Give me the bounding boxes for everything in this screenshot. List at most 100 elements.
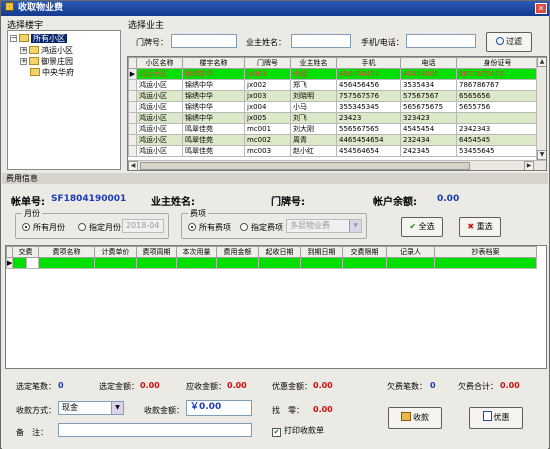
received-input[interactable]: ￥0.00 [186, 400, 252, 416]
radio-icon [78, 223, 86, 231]
tree-node-label[interactable]: 鸿运小区 [41, 46, 73, 55]
filter-icon [496, 37, 504, 45]
summary-panel: 选定笔数： 0 选定金额： 0.00 应收金额： 0.00 优惠金额： 0.00… [2, 369, 548, 449]
collect-button[interactable]: 收款 [388, 407, 442, 429]
column-header[interactable]: 楼宇名称 [182, 57, 245, 69]
table-cell [216, 257, 259, 269]
column-header[interactable]: 身份证号 [456, 57, 539, 69]
owner-grid-hscroll[interactable]: ◀ ▶ [128, 160, 546, 170]
column-header[interactable]: 本次用量 [176, 246, 217, 258]
tree-node-label[interactable]: 御景庄园 [41, 57, 73, 66]
fee-grid[interactable]: 交费 费项名称 计费单价 费项周期 本次用量 费用金额 起收日期 到期日期 交费限期 记录人 抄表档… [5, 245, 547, 369]
table-row[interactable]: 鸿运小区 锦绣中华 jx003 刘晓明 757567576 57567567 6565656 [128, 90, 539, 102]
specific-fee-radio[interactable]: 指定费项 [240, 222, 283, 233]
column-header[interactable]: 门牌号 [244, 57, 291, 69]
select-all-button[interactable]: ✔ 全选 [401, 217, 443, 237]
month-group-title: 月份 [22, 208, 42, 219]
fee-select[interactable]: 多层物业费 ▼ [286, 219, 362, 233]
pay-checkbox[interactable] [26, 257, 39, 269]
column-header[interactable]: 小区名称 [136, 57, 183, 69]
all-fees-radio[interactable]: 所有费项 [188, 222, 231, 233]
tree-node-label[interactable]: 所有小区 [31, 34, 67, 43]
column-header[interactable]: 费项名称 [38, 246, 95, 258]
table-row[interactable]: 鸿运小区 锦绣中华 jx004 小马 355345345 565675675 5655756 [128, 101, 539, 113]
discount-button-label: 优惠 [493, 413, 510, 422]
table-cell: 鸿运小区 [136, 90, 183, 102]
column-header[interactable]: 计费单价 [94, 246, 137, 258]
table-cell: 锦绣中华 [182, 90, 245, 102]
table-cell [94, 257, 137, 269]
column-header[interactable]: 电话 [400, 57, 457, 69]
table-cell: 57567567 [400, 90, 457, 102]
owner-name-input[interactable] [291, 34, 351, 48]
table-cell: 6565656 [456, 90, 539, 102]
title-bar: 收取物业费 ✕ [1, 1, 549, 16]
filter-button[interactable]: 过滤 [486, 32, 532, 52]
expand-icon[interactable]: + [20, 47, 27, 54]
folder-icon [30, 68, 40, 76]
window-title: 收取物业费 [18, 3, 64, 13]
owner-grid[interactable]: 小区名称 楼宇名称 门牌号 业主姓名 手机 电话 身份证号 ▶ 鸿运小区 锦绣中华 jx001 小超… [127, 56, 547, 171]
table-row[interactable]: 鸿运小区 鸣翠佳苑 mc002 周青 4465454654 232434 6454545 [128, 134, 539, 146]
building-tree[interactable]: − 所有小区 + 鸿运小区 + 御景庄园 中央华府 [7, 30, 121, 170]
tree-node-label[interactable]: 中央华府 [42, 68, 74, 77]
arrears-count: 0 [430, 381, 436, 390]
chevron-down-icon[interactable]: ▼ [349, 220, 361, 232]
pay-method-select[interactable]: 现金 ▼ [58, 401, 124, 415]
table-cell: 242345 [400, 145, 457, 157]
remark-input[interactable] [58, 423, 252, 437]
row-indicator [128, 134, 137, 146]
specific-month-radio[interactable]: 指定月份 [78, 222, 121, 233]
row-indicator [128, 90, 137, 102]
reselect-button[interactable]: ✖ 重选 [459, 217, 501, 237]
specific-month-label: 指定月份 [89, 223, 121, 232]
scroll-up-icon[interactable]: ▲ [537, 57, 546, 67]
table-row[interactable]: ▶ [6, 257, 537, 269]
column-header[interactable]: 到期日期 [300, 246, 343, 258]
column-header[interactable]: 费项周期 [136, 246, 177, 258]
column-header[interactable]: 业主姓名 [290, 57, 337, 69]
chevron-down-icon[interactable]: ▼ [111, 402, 123, 414]
owner-grid-vscroll[interactable]: ▲ ▼ [536, 57, 546, 160]
door-input[interactable] [171, 34, 237, 48]
discount-button[interactable]: 优惠 [469, 407, 523, 429]
table-cell: 锦绣中华 [182, 101, 245, 113]
table-row[interactable]: 鸿运小区 鸣翠佳苑 mc003 赵小红 454564654 242345 53455645 [128, 145, 539, 157]
print-receipt-label: 打印收款单 [284, 426, 324, 435]
all-months-radio[interactable]: 所有月份 [22, 222, 65, 233]
arrears-total: 0.00 [500, 381, 520, 390]
tree-node-root[interactable]: − 所有小区 [10, 33, 67, 44]
tree-node-yujing[interactable]: + 御景庄园 [20, 56, 73, 67]
column-header[interactable]: 起收日期 [258, 246, 301, 258]
collapse-icon[interactable]: − [10, 35, 17, 42]
specific-fee-label: 指定费项 [251, 223, 283, 232]
table-cell: 刘大刚 [290, 123, 337, 135]
print-receipt-checkbox[interactable]: ✔ 打印收款单 [272, 425, 324, 437]
collect-button-label: 收款 [413, 413, 429, 422]
scroll-right-icon[interactable]: ▶ [524, 161, 534, 170]
table-row[interactable]: 鸿运小区 鸣翠佳苑 mc001 刘大刚 556567565 4545454 2342343 [128, 123, 539, 135]
scroll-thumb[interactable] [140, 162, 470, 170]
table-row[interactable]: 鸿运小区 锦绣中华 jx005 刘飞 23423 323423 [128, 112, 539, 124]
month-input[interactable]: 2018-04 [122, 219, 164, 233]
tree-node-zhongyang[interactable]: 中央华府 [30, 67, 74, 78]
column-header[interactable]: 抄表档案 [434, 246, 537, 258]
expand-icon[interactable]: + [20, 58, 27, 65]
table-row[interactable]: 鸿运小区 锦绣中华 jx002 郑飞 456456456 3535434 786786767 [128, 79, 539, 91]
scroll-down-icon[interactable]: ▼ [537, 150, 546, 160]
close-icon[interactable]: ✕ [535, 3, 547, 14]
column-header[interactable]: 费用金额 [216, 246, 259, 258]
folder-icon [29, 57, 39, 65]
table-cell: 鸿运小区 [136, 79, 183, 91]
scroll-left-icon[interactable]: ◀ [128, 161, 138, 170]
table-cell: 232434 [400, 134, 457, 146]
app-icon [5, 2, 14, 11]
column-header[interactable]: 交费限期 [342, 246, 387, 258]
table-cell [176, 257, 217, 269]
phone-input[interactable] [406, 34, 476, 48]
tree-node-hongyun[interactable]: + 鸿运小区 [20, 45, 73, 56]
table-row[interactable]: ▶ 鸿运小区 锦绣中华 jx001 小超 456456454 45454565 5675675… [128, 68, 539, 80]
column-header[interactable]: 手机 [336, 57, 401, 69]
column-header[interactable]: 交费 [12, 246, 39, 258]
column-header[interactable]: 记录人 [386, 246, 435, 258]
